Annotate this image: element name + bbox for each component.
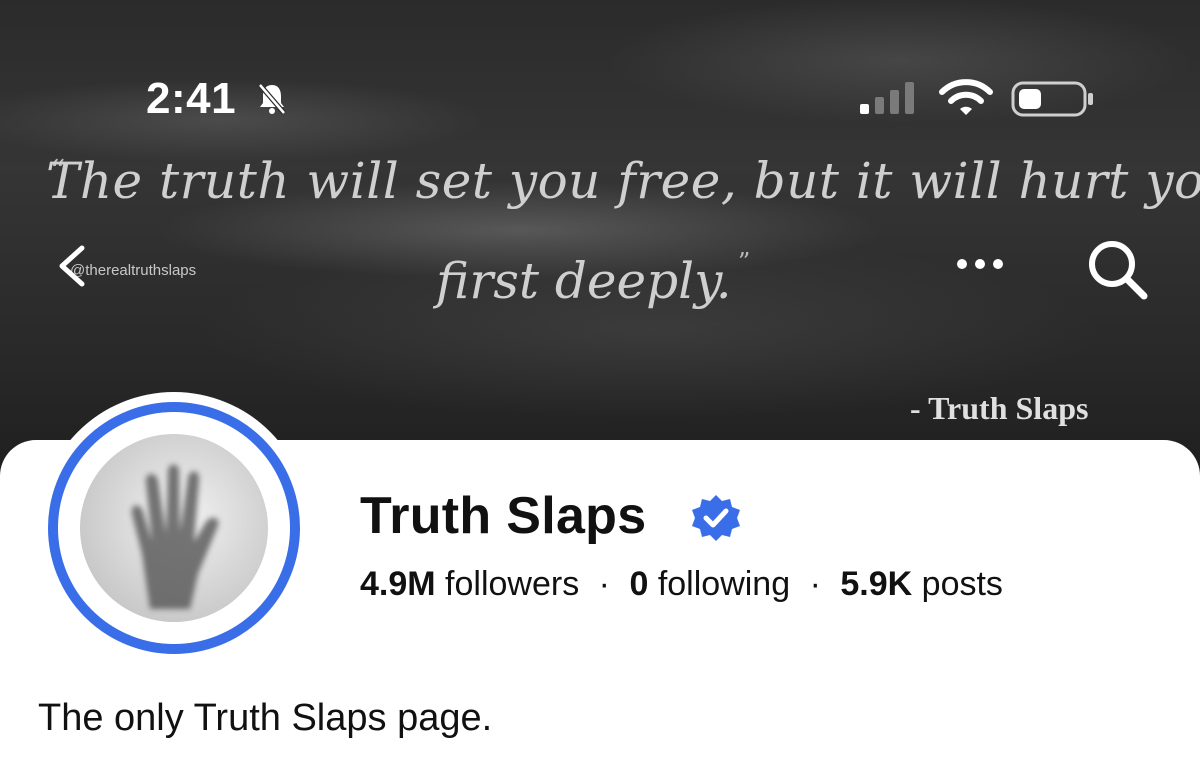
hand-silhouette (131, 464, 219, 609)
cover-quote-line2: first deeply. (436, 252, 732, 310)
more-dots-icon[interactable] (954, 252, 1006, 276)
cover-quote-line1: The truth will set you free, but it will… (46, 152, 1200, 210)
profile-stats: 4.9M followers · 0 following · 5.9K post… (360, 565, 1003, 604)
chevron-left-icon[interactable] (52, 242, 92, 290)
following-count[interactable]: 0 (629, 565, 648, 603)
quote-close-mark: ” (738, 248, 751, 276)
posts-label[interactable]: posts (922, 565, 1003, 603)
followers-label[interactable]: followers (445, 565, 579, 603)
battery-icon (1011, 81, 1093, 117)
bell-slash-icon (258, 83, 286, 115)
search-icon[interactable] (1082, 236, 1154, 302)
stats-separator: · (809, 565, 821, 603)
profile-name: Truth Slaps (360, 487, 647, 545)
posts-count[interactable]: 5.9K (840, 565, 912, 603)
wifi-icon (939, 79, 993, 115)
status-time: 2:41 (146, 74, 237, 123)
avatar-image (80, 434, 268, 622)
cover-attribution: - Truth Slaps (910, 390, 1089, 426)
signal-icon (860, 82, 914, 114)
followers-count[interactable]: 4.9M (360, 565, 436, 603)
stats-separator: · (598, 565, 610, 603)
profile-bio: The only Truth Slaps page. (38, 697, 493, 739)
following-label[interactable]: following (658, 565, 790, 603)
avatar[interactable] (38, 392, 310, 664)
verified-badge-icon (692, 495, 740, 541)
